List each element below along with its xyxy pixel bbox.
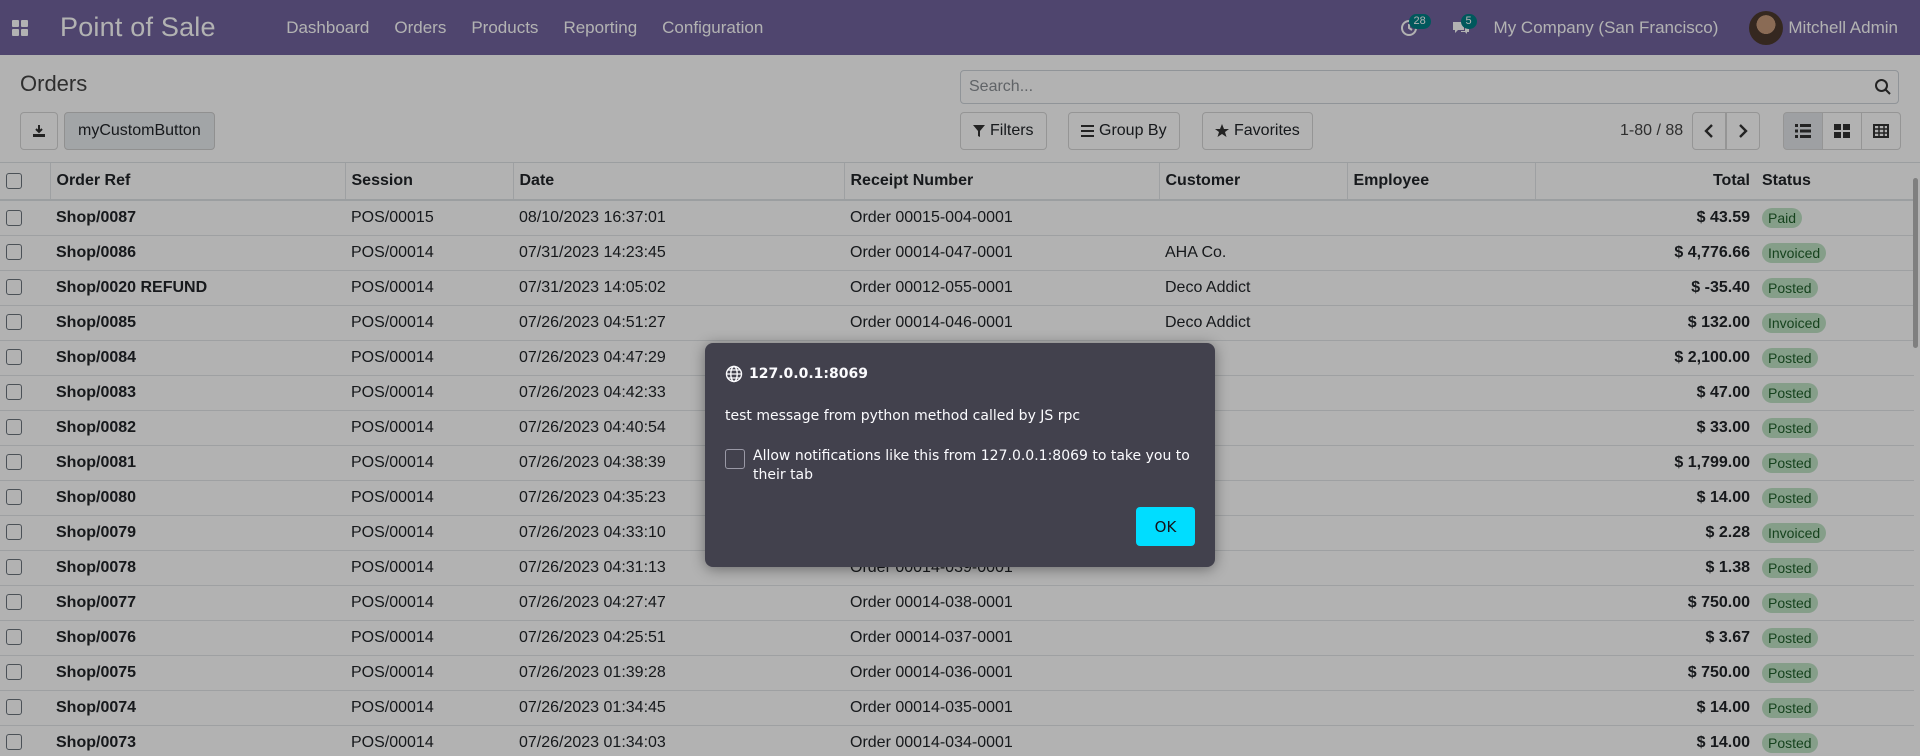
allow-notifications-label[interactable]: Allow notifications like this from 127.0… xyxy=(753,447,1193,485)
globe-icon xyxy=(725,365,743,383)
dialog-origin: 127.0.0.1:8069 xyxy=(725,365,868,383)
browser-alert-dialog: 127.0.0.1:8069 test message from python … xyxy=(705,343,1215,567)
dialog-origin-text: 127.0.0.1:8069 xyxy=(749,366,868,382)
allow-notifications-checkbox[interactable] xyxy=(725,449,745,469)
dialog-message: test message from python method called b… xyxy=(725,408,1081,424)
ok-button[interactable]: OK xyxy=(1136,507,1195,546)
